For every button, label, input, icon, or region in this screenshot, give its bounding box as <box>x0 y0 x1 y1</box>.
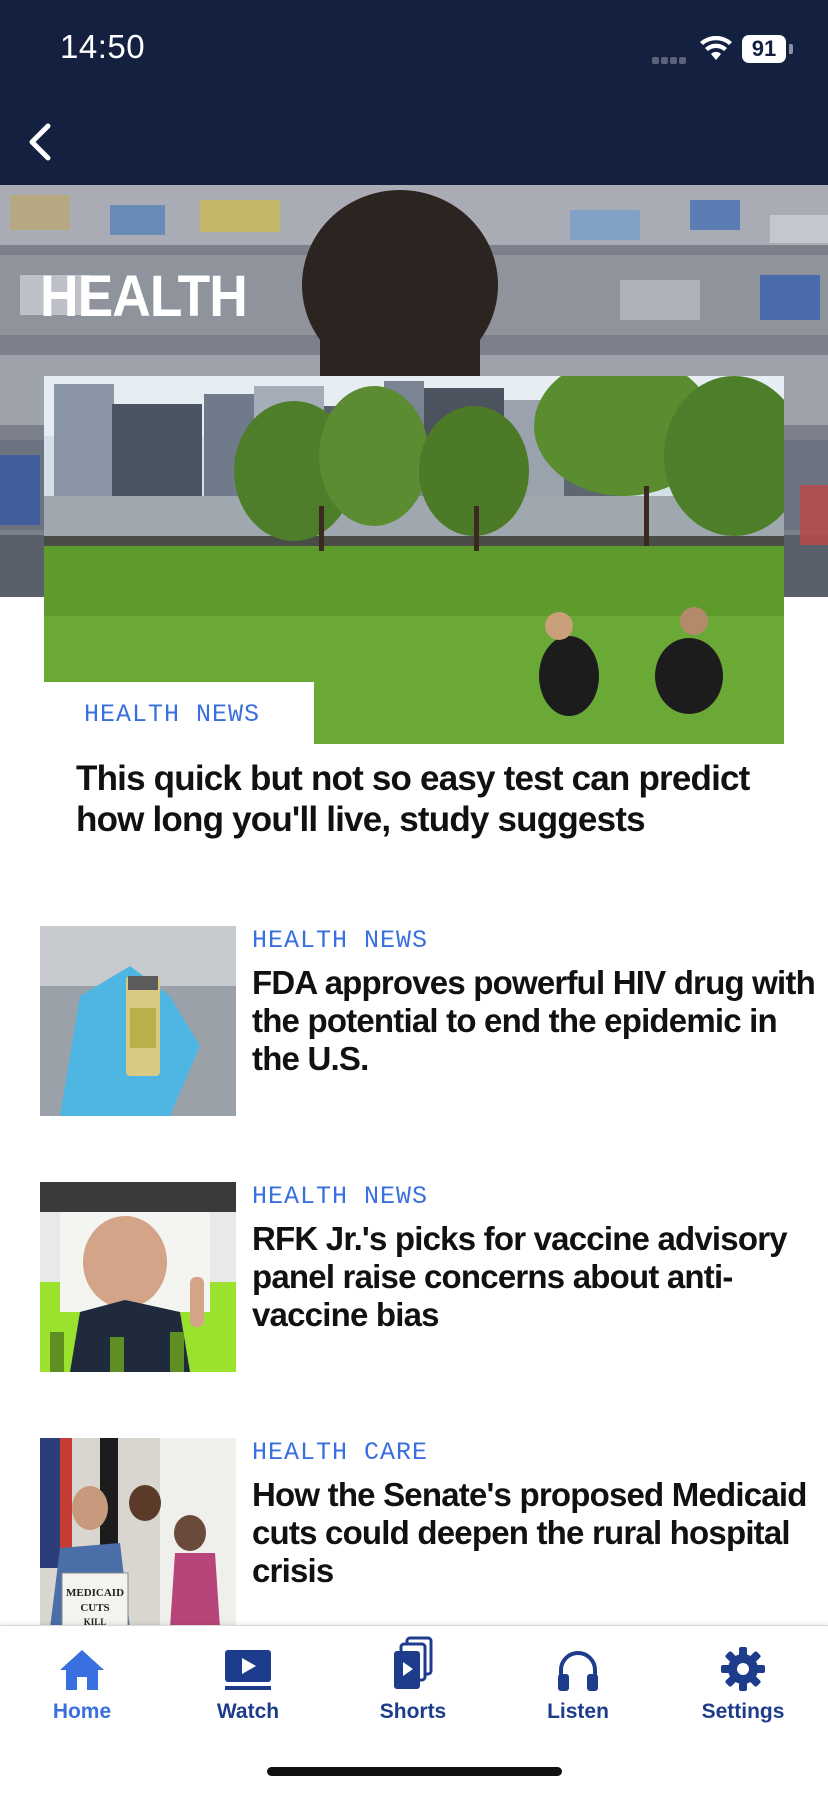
story-headline: How the Senate's proposed Medicaid cuts … <box>252 1476 807 1589</box>
home-indicator <box>267 1767 562 1776</box>
gear-icon <box>721 1647 765 1691</box>
story-tag: HEALTH NEWS <box>252 1182 429 1211</box>
tab-label: Home <box>52 1700 112 1723</box>
headphones-icon <box>558 1651 598 1691</box>
battery-icon: 91 <box>742 35 786 63</box>
status-bar: 14:50 91 <box>0 0 828 100</box>
story-item[interactable]: HEALTH NEWS FDA approves powerful HIV dr… <box>40 926 816 1116</box>
svg-text:MEDICAID: MEDICAID <box>66 1587 124 1599</box>
battery-cap <box>789 44 793 54</box>
tab-shorts[interactable]: Shorts <box>348 1636 478 1740</box>
cellular-signal-icon <box>652 51 690 64</box>
featured-tag-label: HEALTH NEWS <box>84 700 261 729</box>
tab-listen[interactable]: Listen <box>513 1640 643 1740</box>
back-chevron-icon[interactable] <box>22 118 62 166</box>
tab-settings[interactable]: Settings <box>678 1640 808 1740</box>
navigation-bar <box>0 100 828 185</box>
story-thumbnail: MEDICAID CUTS KILL <box>40 1438 236 1628</box>
featured-story-tag[interactable]: HEALTH NEWS <box>44 682 314 746</box>
story-tag: HEALTH CARE <box>252 1438 429 1467</box>
story-item[interactable]: MEDICAID CUTS KILL HEALTH CARE How the S… <box>40 1438 807 1628</box>
status-time: 14:50 <box>60 28 146 65</box>
tab-home[interactable]: Home <box>17 1640 147 1740</box>
story-thumbnail <box>40 926 236 1116</box>
tab-label: Watch <box>216 1700 280 1723</box>
shorts-icon <box>394 1636 433 1689</box>
story-headline: FDA approves powerful HIV drug with the … <box>252 964 816 1077</box>
tab-watch[interactable]: Watch <box>183 1640 313 1740</box>
story-thumbnail <box>40 1182 236 1372</box>
story-headline: RFK Jr.'s picks for vaccine advisory pan… <box>252 1220 788 1333</box>
featured-story-headline[interactable]: This quick but not so easy test can pred… <box>76 758 766 840</box>
story-tag: HEALTH NEWS <box>252 926 429 955</box>
home-icon <box>60 1650 104 1690</box>
watch-icon <box>225 1650 271 1690</box>
svg-text:CUTS: CUTS <box>80 1602 109 1614</box>
tab-label: Shorts <box>379 1700 447 1723</box>
tab-label: Settings <box>701 1700 785 1723</box>
tab-label: Listen <box>547 1700 609 1723</box>
wifi-icon <box>700 36 732 60</box>
page-title: HEALTH <box>40 264 248 329</box>
story-item[interactable]: HEALTH NEWS RFK Jr.'s picks for vaccine … <box>40 1182 790 1372</box>
